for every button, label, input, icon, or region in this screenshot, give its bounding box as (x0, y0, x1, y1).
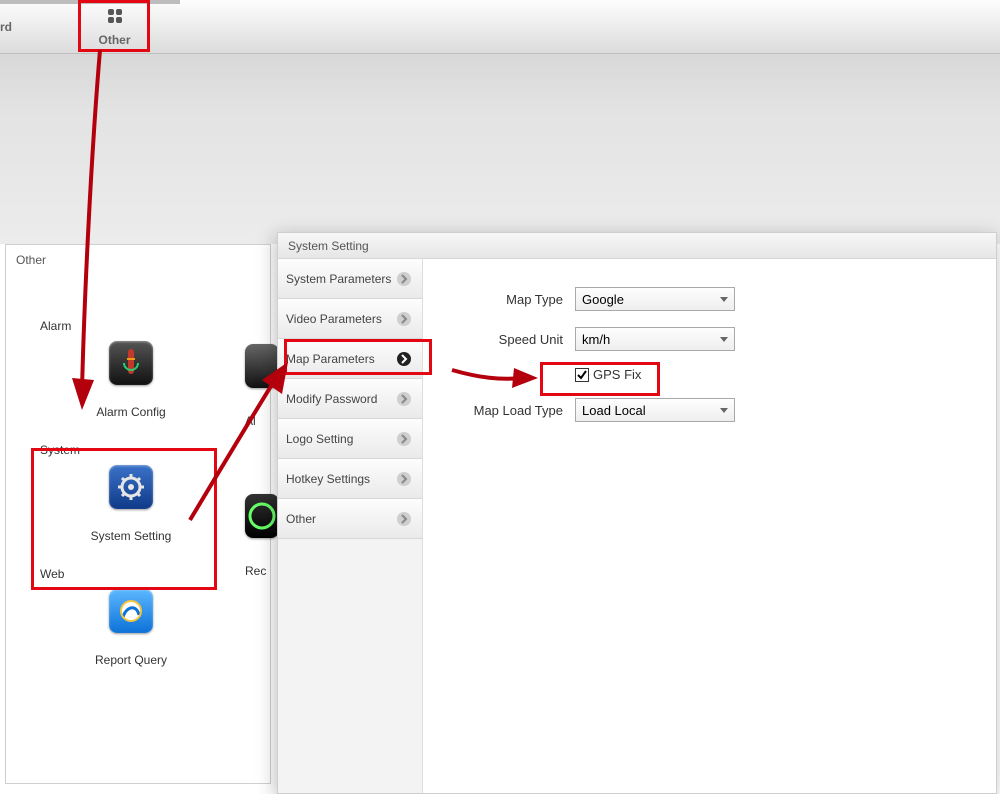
tile-system-setting[interactable]: System Setting (66, 465, 196, 543)
tile-report-query[interactable]: Report Query (66, 589, 196, 667)
section-web-title: Web (40, 567, 270, 581)
chevron-right-icon (396, 511, 412, 527)
tile-alarm-config-label: Alarm Config (96, 405, 165, 419)
gps-fix-label: GPS Fix (593, 367, 641, 382)
sidebar-item-other[interactable]: Other (278, 499, 422, 539)
chevron-right-icon (396, 351, 412, 367)
speed-unit-select[interactable]: km/h (575, 327, 735, 351)
section-system-title: System (40, 443, 270, 457)
alarm-config-icon (109, 341, 153, 385)
sidebar-item-video-parameters[interactable]: Video Parameters (278, 299, 422, 339)
peek-label-1: Al (245, 414, 256, 428)
other-panel: Other Alarm Alarm Config System System S… (5, 244, 271, 784)
sidebar-item-label: Map Parameters (286, 352, 375, 366)
top-toolbar: rd Other (0, 0, 1000, 54)
map-parameters-form: Map Type Google Speed Unit km/h GPS Fix … (423, 259, 996, 793)
map-load-type-value: Load Local (582, 403, 646, 418)
map-type-label: Map Type (443, 292, 563, 307)
tab-partial-left[interactable]: rd (0, 20, 12, 34)
gps-fix-checkbox[interactable] (575, 368, 589, 382)
sidebar-item-hotkey-settings[interactable]: Hotkey Settings (278, 459, 422, 499)
other-panel-title: Other (6, 245, 270, 279)
tab-other[interactable]: Other (79, 0, 150, 50)
peek-icon-1[interactable] (245, 344, 279, 388)
sidebar-item-label: Video Parameters (286, 312, 382, 326)
sidebar-item-label: System Parameters (286, 272, 391, 286)
sidebar-item-map-parameters[interactable]: Map Parameters (278, 339, 422, 379)
sidebar-item-label: Hotkey Settings (286, 472, 370, 486)
map-load-type-select[interactable]: Load Local (575, 398, 735, 422)
system-setting-sidebar: System Parameters Video Parameters Map P… (278, 259, 423, 793)
system-setting-icon (109, 465, 153, 509)
map-load-type-label: Map Load Type (443, 403, 563, 418)
speed-unit-label: Speed Unit (443, 332, 563, 347)
chevron-right-icon (396, 431, 412, 447)
tile-report-query-label: Report Query (95, 653, 167, 667)
sidebar-item-logo-setting[interactable]: Logo Setting (278, 419, 422, 459)
report-query-icon (109, 589, 153, 633)
peek-label-2: Rec (245, 564, 266, 578)
sidebar-item-label: Logo Setting (286, 432, 353, 446)
sidebar-item-modify-password[interactable]: Modify Password (278, 379, 422, 419)
tile-system-setting-label: System Setting (91, 529, 172, 543)
speed-unit-value: km/h (582, 332, 610, 347)
chevron-right-icon (396, 391, 412, 407)
map-type-select[interactable]: Google (575, 287, 735, 311)
map-type-value: Google (582, 292, 624, 307)
system-setting-window: System Setting System Parameters Video P… (277, 232, 997, 794)
chevron-right-icon (396, 311, 412, 327)
chevron-right-icon (396, 471, 412, 487)
tab-other-label: Other (79, 33, 150, 47)
chevron-right-icon (396, 271, 412, 287)
tile-alarm-config[interactable]: Alarm Config (66, 341, 196, 419)
sidebar-item-system-parameters[interactable]: System Parameters (278, 259, 422, 299)
sidebar-item-label: Other (286, 512, 316, 526)
toolbar-backdrop (0, 54, 1000, 244)
system-setting-title: System Setting (278, 233, 996, 259)
sidebar-item-label: Modify Password (286, 392, 377, 406)
section-alarm-title: Alarm (40, 319, 270, 333)
peek-icon-2[interactable] (245, 494, 279, 538)
apps-icon (79, 6, 150, 31)
